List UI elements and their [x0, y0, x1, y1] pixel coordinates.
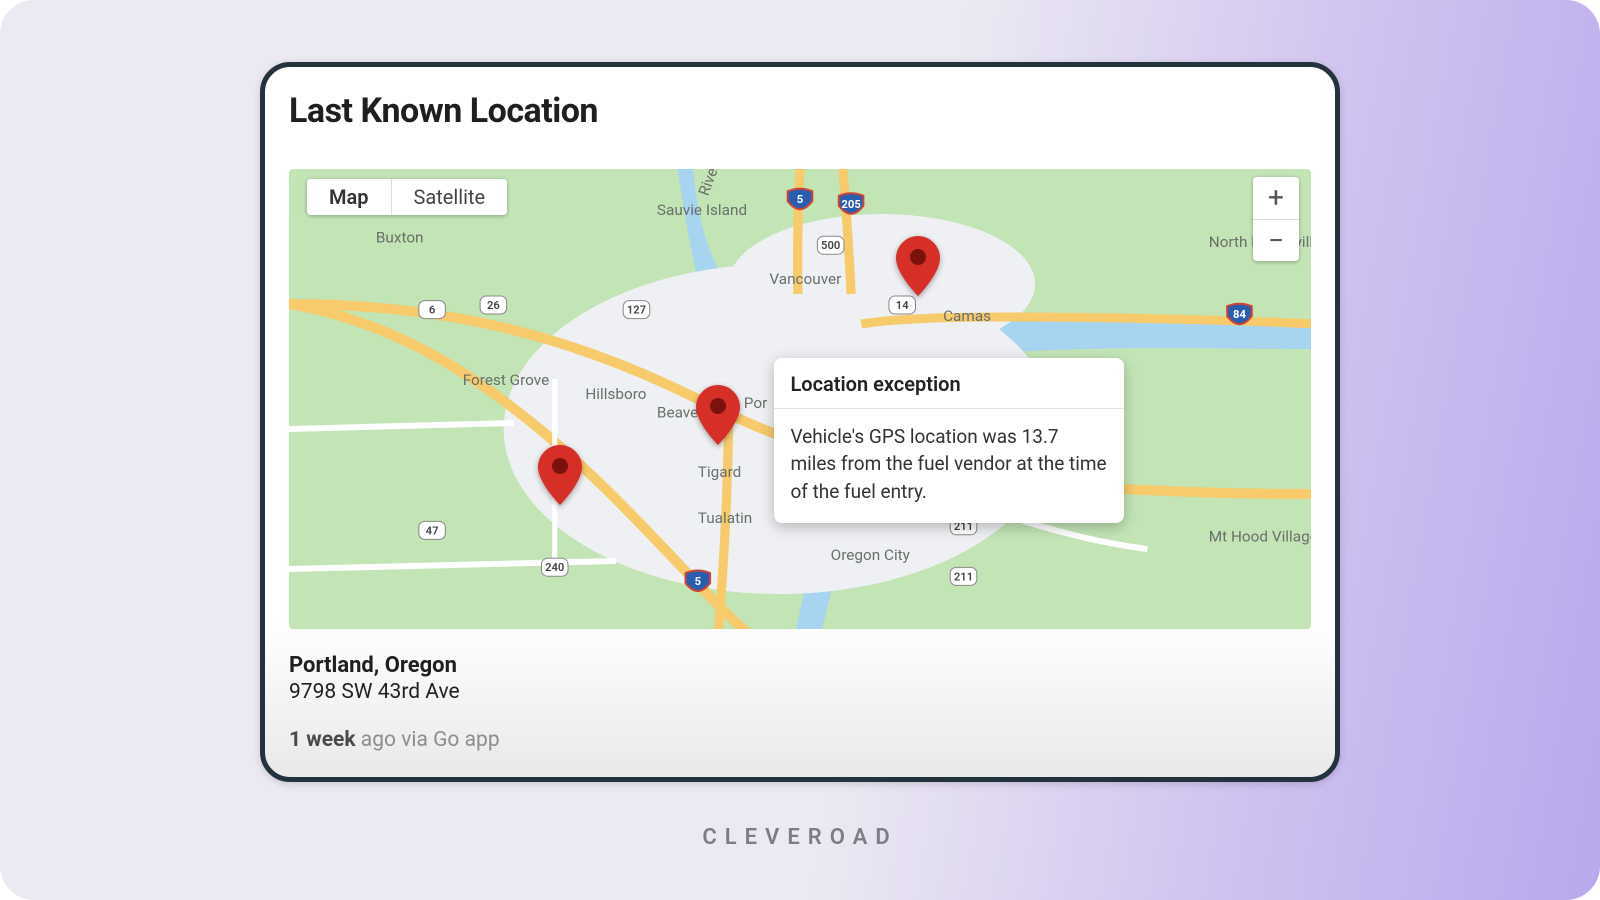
- svg-text:127: 127: [627, 304, 646, 317]
- map-type-map-button[interactable]: Map: [307, 179, 391, 215]
- map-label: Oregon City: [831, 546, 910, 564]
- road-shield: 211: [950, 567, 977, 585]
- map-label: Mt Hood Village: [1209, 528, 1311, 546]
- road-shield: 6: [419, 301, 446, 319]
- zoom-controls: + −: [1253, 177, 1299, 261]
- svg-text:5: 5: [695, 575, 701, 588]
- map-marker-icon[interactable]: [896, 236, 940, 296]
- card-title: Last Known Location: [289, 91, 1311, 131]
- map-label: Camas: [943, 307, 991, 325]
- road-shield: 205: [839, 193, 864, 214]
- road-shield: 500: [817, 236, 844, 254]
- zoom-in-button[interactable]: +: [1253, 177, 1299, 219]
- map-label: Forest Grove: [463, 371, 550, 389]
- road-shield: 84: [1227, 304, 1252, 325]
- location-meta: 1 week ago via Go app: [289, 728, 1311, 752]
- svg-text:500: 500: [821, 239, 840, 252]
- popup-body: Vehicle's GPS location was 13.7 miles fr…: [774, 409, 1124, 524]
- map-label: Buxton: [376, 229, 424, 247]
- road-shield: 26: [480, 296, 507, 314]
- brand-watermark: CLEVEROAD: [702, 825, 897, 850]
- map-label: Tualatin: [698, 509, 752, 527]
- map-label: Por: [744, 394, 768, 412]
- road-shield: 5: [686, 571, 711, 592]
- card-footer: Portland, Oregon 9798 SW 43rd Ave 1 week…: [265, 629, 1335, 774]
- location-age: 1 week: [289, 728, 356, 752]
- svg-text:5: 5: [797, 193, 803, 206]
- svg-text:240: 240: [545, 561, 564, 574]
- road-shield: 240: [541, 558, 568, 576]
- card-header: Last Known Location: [265, 67, 1335, 145]
- location-address: 9798 SW 43rd Ave: [289, 680, 1311, 704]
- map-label: Tigard: [698, 463, 741, 481]
- map-info-popup: Location exceptionVehicle's GPS location…: [774, 358, 1124, 524]
- location-city: Portland, Oregon: [289, 653, 1311, 678]
- map-marker-icon[interactable]: [696, 385, 740, 445]
- road-shield: 5: [788, 189, 813, 210]
- road-shield: 127: [623, 301, 650, 319]
- road-shield: 14: [889, 296, 916, 314]
- map-type-toggle: Map Satellite: [307, 179, 507, 215]
- map-type-satellite-button[interactable]: Satellite: [391, 179, 508, 215]
- svg-text:211: 211: [954, 571, 973, 584]
- svg-text:6: 6: [429, 304, 435, 317]
- svg-text:47: 47: [426, 525, 439, 538]
- svg-text:205: 205: [841, 198, 860, 211]
- zoom-out-button[interactable]: −: [1253, 219, 1299, 261]
- map-label: Vancouver: [769, 270, 841, 288]
- svg-text:26: 26: [487, 299, 500, 312]
- map-label: Sauvie Island: [657, 201, 747, 219]
- popup-title: Location exception: [774, 358, 1124, 409]
- map-marker-icon[interactable]: [538, 445, 582, 505]
- road-shield: 47: [419, 521, 446, 539]
- map-container[interactable]: BuxtonSauvie IslandVancouverCamasNorth B…: [289, 169, 1311, 629]
- svg-text:84: 84: [1233, 308, 1247, 321]
- location-card: Last Known Location: [260, 62, 1340, 782]
- location-source: ago via Go app: [356, 728, 500, 752]
- map-label: Hillsboro: [585, 385, 646, 403]
- map-label: Beave: [657, 404, 698, 422]
- svg-text:14: 14: [896, 299, 909, 312]
